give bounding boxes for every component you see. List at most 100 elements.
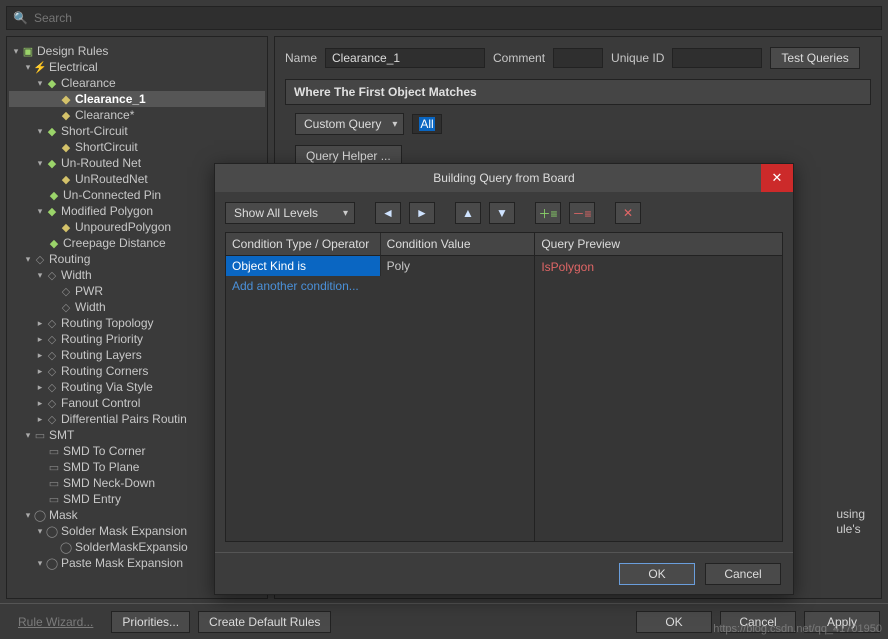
search-bar[interactable]: 🔍 (6, 6, 882, 30)
tree-root[interactable]: ▾▣Design Rules (9, 43, 265, 59)
tree-item[interactable]: ◆Clearance* (9, 107, 265, 123)
rule-icon: ◇ (45, 381, 59, 394)
col-condition-type[interactable]: Condition Type / Operator (226, 233, 381, 256)
scope-dropdown[interactable]: Custom Query (295, 113, 404, 135)
rule-icon: ◆ (45, 125, 59, 138)
col-condition-value[interactable]: Condition Value (381, 233, 535, 256)
tree-label: SMT (49, 428, 74, 442)
tree-label: Differential Pairs Routin (61, 412, 187, 426)
rule-wizard-button[interactable]: Rule Wizard... (8, 611, 103, 633)
add-another-link[interactable]: Add another condition... (226, 276, 534, 296)
tree-label: Routing Corners (61, 364, 148, 378)
priorities-button[interactable]: Priorities... (111, 611, 190, 633)
nav-back-button[interactable]: ◄ (375, 202, 401, 224)
tree-item[interactable]: ◆ShortCircuit (9, 139, 265, 155)
create-defaults-button[interactable]: Create Default Rules (198, 611, 331, 633)
dialog-cancel-button[interactable]: Cancel (705, 563, 781, 585)
move-down-button[interactable]: ▼ (489, 202, 515, 224)
rule-icon: ◆ (45, 205, 59, 218)
tree-label: UnpouredPolygon (75, 220, 171, 234)
tree-label: Routing (49, 252, 90, 266)
dialog-titlebar[interactable]: Building Query from Board ✕ (215, 164, 793, 192)
rule-icon: ◯ (45, 557, 59, 570)
watermark: https://blog.csdn.net/qq_41701950 (713, 623, 882, 635)
test-queries-button[interactable]: Test Queries (770, 47, 859, 69)
tree-label: SMD Entry (63, 492, 121, 506)
comment-field[interactable] (553, 48, 603, 68)
rule-icon: ◇ (59, 285, 73, 298)
tree-label: Un-Routed Net (61, 156, 141, 170)
rule-icon: ▭ (47, 477, 61, 490)
move-up-button[interactable]: ▲ (455, 202, 481, 224)
dropdown-label: Custom Query (304, 117, 381, 131)
partially-hidden-text: usingule's (836, 507, 865, 538)
rule-icon: ◇ (45, 397, 59, 410)
rule-icon: ◇ (45, 269, 59, 282)
dialog-ok-button[interactable]: OK (619, 563, 695, 585)
dialog-footer: OK Cancel (215, 552, 793, 594)
delete-button[interactable]: ✕ (615, 202, 641, 224)
nav-forward-button[interactable]: ► (409, 202, 435, 224)
rule-icon: ◆ (59, 93, 73, 106)
rule-icon: ▭ (47, 493, 61, 506)
rule-icon: ◆ (45, 77, 59, 90)
tree-label: Un-Connected Pin (63, 188, 161, 202)
rule-icon: ◯ (45, 525, 59, 538)
query-field[interactable]: All (412, 114, 441, 134)
tree-label: Paste Mask Expansion (61, 556, 183, 570)
tree-label: Routing Layers (61, 348, 142, 362)
tree-label: Routing Priority (61, 332, 143, 346)
rule-icon: ◆ (47, 237, 61, 250)
rule-icon: ◇ (45, 317, 59, 330)
mask-icon: ◯ (33, 509, 47, 522)
tree-item-selected[interactable]: ◆Clearance_1 (9, 91, 265, 107)
close-button[interactable]: ✕ (761, 164, 793, 192)
comment-label: Comment (493, 51, 545, 65)
rule-icon: ◆ (45, 157, 59, 170)
folder-icon: ▣ (21, 45, 35, 58)
tree-label: Routing Via Style (61, 380, 153, 394)
rule-icon: ◇ (45, 333, 59, 346)
tree-label: ShortCircuit (75, 140, 138, 154)
ok-button[interactable]: OK (636, 611, 712, 633)
tree-label: UnRoutedNet (75, 172, 148, 186)
rule-icon: ◯ (59, 541, 73, 554)
tree-label: Creepage Distance (63, 236, 166, 250)
tree-label: Modified Polygon (61, 204, 153, 218)
remove-condition-button[interactable]: －≡ (569, 202, 595, 224)
condition-cell[interactable]: Object Kind is (226, 256, 381, 276)
query-builder-dialog: Building Query from Board ✕ Show All Lev… (214, 163, 794, 595)
tree-item[interactable]: ▾⚡Electrical (9, 59, 265, 75)
uid-label: Unique ID (611, 51, 664, 65)
tree-label: Electrical (49, 60, 98, 74)
search-input[interactable] (34, 11, 875, 25)
tree-label: Design Rules (37, 44, 108, 58)
rule-icon: ▭ (47, 461, 61, 474)
dialog-toolbar: Show All Levels ◄ ► ▲ ▼ ＋≡ －≡ ✕ (225, 202, 783, 224)
rule-icon: ◆ (59, 141, 73, 154)
tree-label: Routing Topology (61, 316, 154, 330)
tree-item[interactable]: ▾◆Clearance (9, 75, 265, 91)
tree-item[interactable]: ▾◆Short-Circuit (9, 123, 265, 139)
rule-icon: ▭ (47, 445, 61, 458)
condition-value-cell[interactable]: Poly (381, 256, 535, 276)
conditions-grid[interactable]: Condition Type / Operator Condition Valu… (225, 232, 783, 542)
name-label: Name (285, 51, 317, 65)
tree-label: Width (61, 268, 92, 282)
tree-label: SMD To Corner (63, 444, 145, 458)
dialog-title: Building Query from Board (433, 171, 574, 185)
col-query-preview: Query Preview (535, 233, 782, 256)
section-first-match: Where The First Object Matches (285, 79, 871, 105)
tree-label: Clearance (61, 76, 116, 90)
name-field[interactable] (325, 48, 485, 68)
tree-label: SolderMaskExpansio (75, 540, 188, 554)
rule-icon: ◆ (59, 221, 73, 234)
add-condition-button[interactable]: ＋≡ (535, 202, 561, 224)
rule-icon: ◆ (47, 189, 61, 202)
query-preview-text: IsPolygon (535, 256, 782, 278)
uid-field[interactable] (672, 48, 762, 68)
levels-dropdown[interactable]: Show All Levels (225, 202, 355, 224)
rule-icon: ◇ (45, 413, 59, 426)
tree-label: Clearance_1 (75, 92, 146, 106)
rule-icon: ◇ (45, 365, 59, 378)
